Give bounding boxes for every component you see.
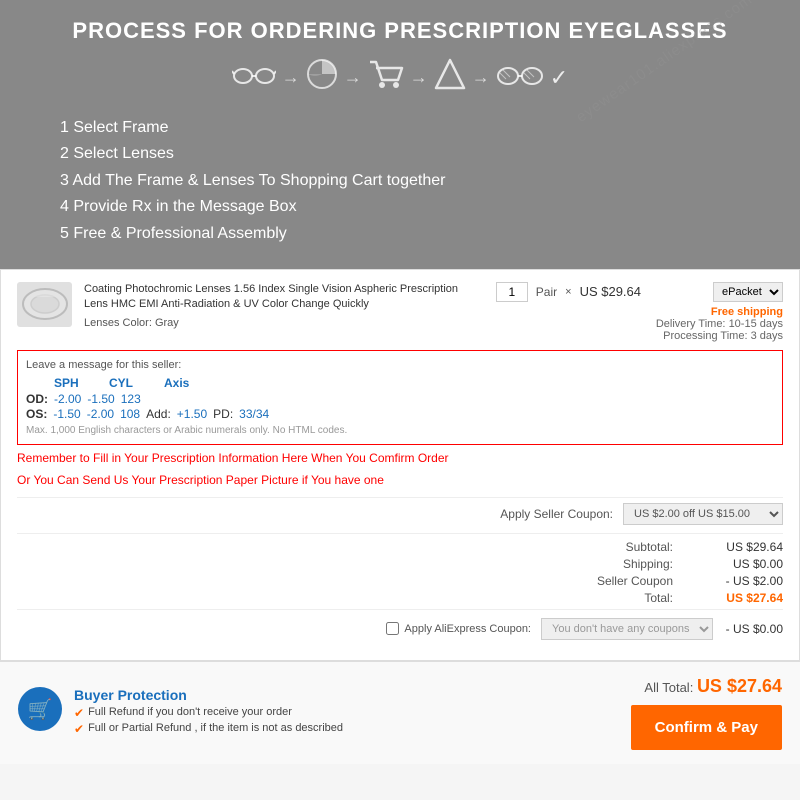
ali-coupon-discount: - US $0.00 xyxy=(723,622,783,636)
message-label: Leave a message for this seller: xyxy=(26,359,774,371)
steps-list: 1 Select Frame 2 Select Lenses 3 Add The… xyxy=(30,115,770,247)
subtotal-row: Subtotal: US $29.64 xyxy=(17,540,783,554)
shield-icon: 🛒 xyxy=(18,687,62,731)
product-section: Coating Photochromic Lenses 1.56 Index S… xyxy=(0,269,800,661)
arrow-icon-3: → xyxy=(410,67,428,88)
protection-item-2: ✔ Full or Partial Refund , if the item i… xyxy=(74,722,615,736)
protection-item-1: ✔ Full Refund if you don't receive your … xyxy=(74,706,615,720)
check-icon-1: ✔ xyxy=(74,706,84,720)
quantity-input[interactable] xyxy=(496,282,528,302)
subtotal-label: Subtotal: xyxy=(593,540,673,554)
total-value: US $27.64 xyxy=(703,591,783,605)
glasses-icon xyxy=(232,62,276,94)
arrow-icon-2: → xyxy=(344,67,362,88)
rx-os-row: OS: -1.50 -2.00 108 Add: +1.50 PD: 33/34 xyxy=(26,407,774,421)
od-cyl: -1.50 xyxy=(87,392,114,406)
rx-od-row: OD: -2.00 -1.50 123 xyxy=(26,392,774,406)
confirm-pay-button[interactable]: Confirm & Pay xyxy=(631,705,782,750)
seller-coupon-value: - US $2.00 xyxy=(703,574,783,588)
os-add: +1.50 xyxy=(177,407,207,421)
step-4: 4 Provide Rx in the Message Box xyxy=(60,194,770,220)
unit-price: US $29.64 xyxy=(580,284,641,299)
message-box: Leave a message for this seller: SPH CYL… xyxy=(17,350,783,445)
shipping-label: Shipping: xyxy=(593,557,673,571)
seller-coupon-label: Seller Coupon xyxy=(593,574,673,588)
product-title: Coating Photochromic Lenses 1.56 Index S… xyxy=(84,282,484,313)
product-info: Coating Photochromic Lenses 1.56 Index S… xyxy=(84,282,484,329)
buyer-protection: 🛒 Buyer Protection ✔ Full Refund if you … xyxy=(18,687,615,738)
total-label: Total: xyxy=(593,591,673,605)
os-cyl: -2.00 xyxy=(87,407,114,421)
sph-header: SPH xyxy=(54,376,89,390)
cart-shield-icon: 🛒 xyxy=(28,697,53,722)
alternative-text: Or You Can Send Us Your Prescription Pap… xyxy=(17,473,783,487)
delivery-time: Delivery Time: 10-15 days xyxy=(653,318,783,330)
aliexpress-coupon-row: Apply AliExpress Coupon: You don't have … xyxy=(17,609,783,648)
rx-glasses-icon xyxy=(496,62,544,94)
warning-icon xyxy=(434,58,466,97)
step-1: 1 Select Frame xyxy=(60,115,770,141)
product-row: Coating Photochromic Lenses 1.56 Index S… xyxy=(17,282,783,342)
shipping-info: ePacket Free shipping Delivery Time: 10-… xyxy=(653,282,783,342)
reminder-text: Remember to Fill in Your Prescription In… xyxy=(17,451,783,465)
coupon-label: Apply Seller Coupon: xyxy=(500,507,613,521)
header-banner: PROCESS FOR ORDERING PRESCRIPTION EYEGLA… xyxy=(0,0,800,269)
coupon-select[interactable]: US $2.00 off US $15.00 xyxy=(623,503,783,525)
od-sph: -2.00 xyxy=(54,392,81,406)
page-title: PROCESS FOR ORDERING PRESCRIPTION EYEGLA… xyxy=(30,18,770,44)
checkmark-icon: ✓ xyxy=(550,65,568,91)
process-icons-row: → → → xyxy=(30,58,770,97)
subtotal-value: US $29.64 xyxy=(703,540,783,554)
step-5: 5 Free & Professional Assembly xyxy=(60,221,770,247)
check-icon-2: ✔ xyxy=(74,722,84,736)
protection-text: Buyer Protection ✔ Full Refund if you do… xyxy=(74,687,615,738)
all-total-value: US $27.64 xyxy=(697,676,782,696)
free-shipping-label: Free shipping xyxy=(653,306,783,318)
protection-title: Buyer Protection xyxy=(74,687,615,703)
ali-coupon-label[interactable]: Apply AliExpress Coupon: xyxy=(386,622,531,635)
os-pd: 33/34 xyxy=(239,407,269,421)
arrow-icon-4: → xyxy=(472,67,490,88)
cart-icon xyxy=(368,58,404,97)
checkout-bar: 🛒 Buyer Protection ✔ Full Refund if you … xyxy=(0,661,800,764)
coupon-row: Apply Seller Coupon: US $2.00 off US $15… xyxy=(17,497,783,525)
arrow-icon-1: → xyxy=(282,67,300,88)
od-axis: 123 xyxy=(121,392,141,406)
processing-time: Processing Time: 3 days xyxy=(653,330,783,342)
product-image xyxy=(17,282,72,327)
shipping-row: Shipping: US $0.00 xyxy=(17,557,783,571)
ali-coupon-select[interactable]: You don't have any coupons xyxy=(541,618,713,640)
total-row-final: Total: US $27.64 xyxy=(17,591,783,605)
shipping-value: US $0.00 xyxy=(703,557,783,571)
ali-coupon-checkbox[interactable] xyxy=(386,622,399,635)
lens-icon xyxy=(306,58,338,97)
qty-unit: Pair xyxy=(536,285,557,299)
seller-coupon-row: Seller Coupon - US $2.00 xyxy=(17,574,783,588)
os-sph: -1.50 xyxy=(53,407,80,421)
axis-header: Axis xyxy=(164,376,199,390)
product-qty-price: Pair × US $29.64 xyxy=(496,282,641,302)
step-3: 3 Add The Frame & Lenses To Shopping Car… xyxy=(60,168,770,194)
shipping-method-select[interactable]: ePacket xyxy=(713,282,783,302)
os-axis: 108 xyxy=(120,407,140,421)
product-color: Lenses Color: Gray xyxy=(84,317,484,329)
step-2: 2 Select Lenses xyxy=(60,141,770,167)
checkout-right: All Total: US $27.64 Confirm & Pay xyxy=(631,676,782,750)
cyl-header: CYL xyxy=(109,376,144,390)
totals-section: Subtotal: US $29.64 Shipping: US $0.00 S… xyxy=(17,533,783,605)
all-total-row: All Total: US $27.64 xyxy=(644,676,782,697)
message-limit: Max. 1,000 English characters or Arabic … xyxy=(26,425,774,436)
